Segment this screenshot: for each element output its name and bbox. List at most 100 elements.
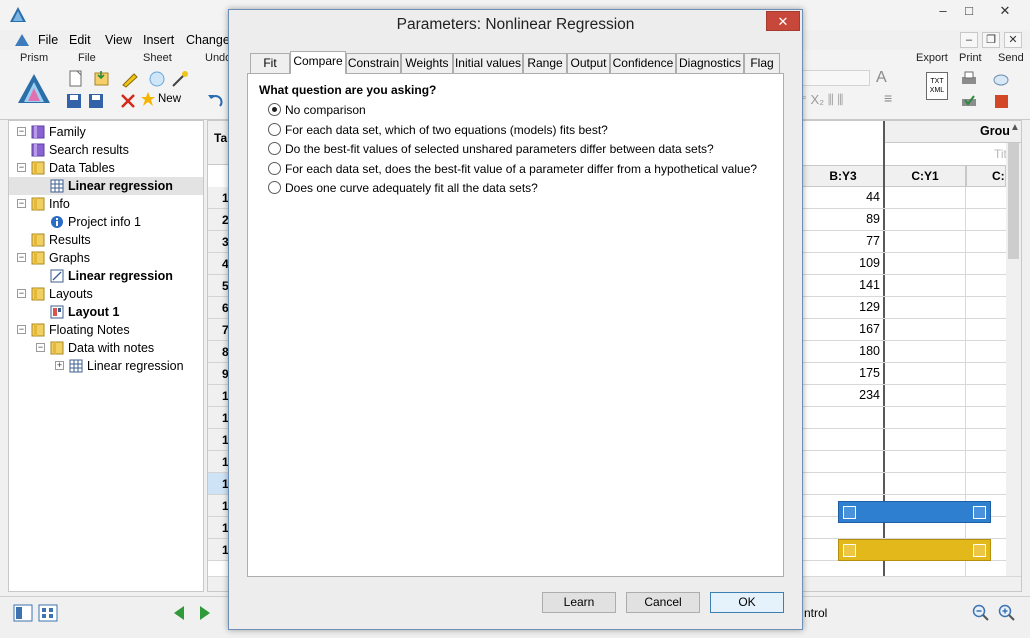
collapse-icon[interactable]: − xyxy=(17,199,26,208)
new-sheet-button[interactable]: New xyxy=(158,93,181,105)
row-number[interactable]: 4 xyxy=(208,253,230,275)
navigator-item[interactable]: Graphs xyxy=(9,249,203,267)
table-cell[interactable]: 89 xyxy=(802,212,882,226)
collapse-icon[interactable]: − xyxy=(36,343,45,352)
undo-icon[interactable] xyxy=(205,92,225,110)
note-restore-icon[interactable] xyxy=(973,544,986,557)
table-cell[interactable]: 234 xyxy=(802,388,882,402)
navigator-item[interactable]: Data Tables xyxy=(9,159,203,177)
row-number[interactable]: 12 xyxy=(208,429,235,451)
radio-button[interactable] xyxy=(268,123,281,136)
row-number[interactable]: 2 xyxy=(208,209,230,231)
floating-note-yellow[interactable] xyxy=(838,539,991,561)
table-cell[interactable]: 141 xyxy=(802,278,882,292)
row-number[interactable]: 5 xyxy=(208,275,230,297)
navigator-item[interactable]: Linear regression xyxy=(9,177,203,195)
menu-edit[interactable]: Edit xyxy=(69,33,91,47)
column-header-b-y3[interactable]: B:Y3 xyxy=(802,165,884,187)
navigator-item[interactable]: Project info 1 xyxy=(9,213,203,231)
highlight-pen-icon[interactable] xyxy=(120,70,140,88)
navigator-toggle-icon[interactable] xyxy=(13,604,33,622)
note-restore-icon[interactable] xyxy=(973,506,986,519)
doc-restore-button[interactable]: ❐ xyxy=(982,32,1000,48)
row-number[interactable]: 17 xyxy=(208,539,235,561)
column-header-c-partial[interactable]: C: xyxy=(966,165,1006,187)
next-sheet-icon[interactable] xyxy=(198,605,212,621)
snowflake-icon[interactable] xyxy=(147,70,167,88)
radio-button[interactable] xyxy=(268,142,281,155)
tab-output[interactable]: Output xyxy=(567,53,610,73)
tab-flag[interactable]: Flag xyxy=(744,53,780,73)
tab-diagnostics[interactable]: Diagnostics xyxy=(676,53,744,73)
text-format-icons[interactable]: ⁼ X₂ ⫼ ⫼ xyxy=(800,92,843,108)
maximize-button[interactable]: □ xyxy=(952,0,986,22)
row-number[interactable]: 15 xyxy=(208,495,235,517)
row-number[interactable]: 9 xyxy=(208,363,230,385)
navigator-item[interactable]: Family xyxy=(9,123,203,141)
vertical-scroll-thumb[interactable] xyxy=(1008,143,1019,259)
note-expand-icon[interactable] xyxy=(843,506,856,519)
navigator-item[interactable]: Search results xyxy=(9,141,203,159)
tab-confidence[interactable]: Confidence xyxy=(610,53,676,73)
navigator-item[interactable]: Info xyxy=(9,195,203,213)
learn-button[interactable]: Learn xyxy=(542,592,616,613)
table-cell[interactable]: 129 xyxy=(802,300,882,314)
collapse-icon[interactable]: − xyxy=(17,253,26,262)
cancel-button[interactable]: Cancel xyxy=(626,592,700,613)
row-number[interactable]: 13 xyxy=(208,451,235,473)
delete-icon[interactable] xyxy=(118,92,138,110)
navigator-item[interactable]: Layouts xyxy=(9,285,203,303)
table-cell[interactable]: 167 xyxy=(802,322,882,336)
tab-weights[interactable]: Weights xyxy=(401,53,453,73)
open-file-icon[interactable] xyxy=(92,70,112,88)
menu-insert[interactable]: Insert xyxy=(143,33,174,47)
collapse-icon[interactable]: − xyxy=(17,163,26,172)
collapse-icon[interactable]: − xyxy=(17,289,26,298)
save-as-icon[interactable] xyxy=(86,92,106,110)
tab-fit[interactable]: Fit xyxy=(250,53,290,73)
print-check-icon[interactable] xyxy=(959,92,979,110)
prism-button-icon[interactable] xyxy=(16,72,52,106)
row-number[interactable]: 7 xyxy=(208,319,230,341)
menu-file[interactable]: File xyxy=(38,33,58,47)
new-file-icon[interactable] xyxy=(66,70,86,88)
tab-range[interactable]: Range xyxy=(523,53,567,73)
magic-wand-icon[interactable] xyxy=(170,70,190,88)
powerpoint-icon[interactable] xyxy=(992,92,1012,110)
radio-button[interactable] xyxy=(268,103,281,116)
row-number[interactable]: 16 xyxy=(208,517,235,539)
save-icon[interactable] xyxy=(64,92,84,110)
row-number[interactable]: 10 xyxy=(208,385,235,407)
vertical-scrollbar[interactable] xyxy=(1006,143,1021,576)
radio-button[interactable] xyxy=(268,162,281,175)
navigator-item[interactable]: Linear regression xyxy=(9,267,203,285)
column-header-c-y1[interactable]: C:Y1 xyxy=(884,165,966,187)
navigator-item[interactable]: Results xyxy=(9,231,203,249)
row-number[interactable]: 8 xyxy=(208,341,230,363)
font-combo[interactable] xyxy=(800,70,870,86)
note-expand-icon[interactable] xyxy=(843,544,856,557)
close-app-button[interactable]: ✕ xyxy=(988,0,1022,22)
row-number[interactable]: 11 xyxy=(208,407,235,429)
title-placeholder[interactable]: Tit xyxy=(884,143,1021,165)
table-cell[interactable]: 44 xyxy=(802,190,882,204)
tab-initial-values[interactable]: Initial values xyxy=(453,53,523,73)
menu-change[interactable]: Change xyxy=(186,33,230,47)
send-icon[interactable] xyxy=(992,70,1012,88)
row-number[interactable]: 14 xyxy=(208,473,235,495)
previous-sheet-icon[interactable] xyxy=(172,605,186,621)
radio-button[interactable] xyxy=(268,181,281,194)
row-number[interactable]: 3 xyxy=(208,231,230,253)
doc-close-button[interactable]: ✕ xyxy=(1004,32,1022,48)
table-cell[interactable]: 77 xyxy=(802,234,882,248)
scroll-up-arrow-icon[interactable]: ▲ xyxy=(1010,122,1020,133)
doc-minimize-button[interactable]: – xyxy=(960,32,978,48)
collapse-icon[interactable]: − xyxy=(17,127,26,136)
export-txt-xml-icon[interactable]: TXT XML xyxy=(926,72,948,100)
tab-constrain[interactable]: Constrain xyxy=(346,53,401,73)
zoom-in-icon[interactable] xyxy=(998,604,1016,622)
table-cell[interactable]: 180 xyxy=(802,344,882,358)
row-number[interactable]: 1 xyxy=(208,187,230,209)
table-cell[interactable]: 109 xyxy=(802,256,882,270)
expand-icon[interactable]: + xyxy=(55,361,64,370)
